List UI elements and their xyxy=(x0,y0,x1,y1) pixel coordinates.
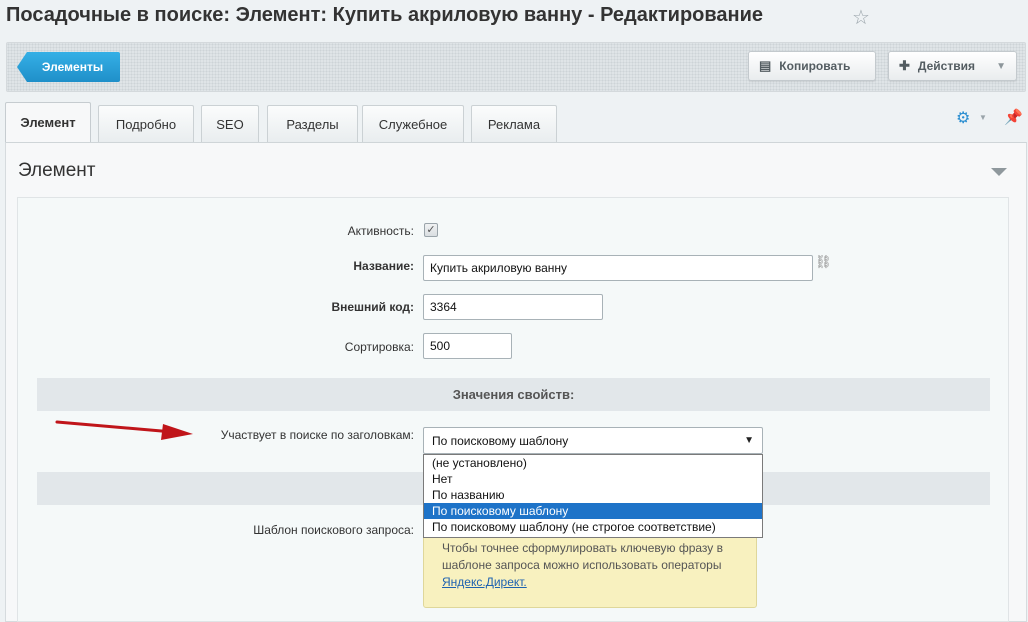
chevron-down-icon[interactable]: ▼ xyxy=(979,113,987,122)
tab-sections[interactable]: Разделы xyxy=(267,105,358,142)
actions-button-label: Действия xyxy=(917,59,975,73)
external-code-input[interactable]: 3364 xyxy=(423,294,603,320)
search-by-title-select[interactable]: По поисковому шаблону ▼ xyxy=(423,427,763,454)
back-to-elements-button[interactable]: Элементы xyxy=(17,52,120,82)
copy-button[interactable]: ▤ Копировать xyxy=(748,51,876,81)
name-input[interactable]: Купить акриловую ванну xyxy=(423,255,813,281)
tab-advertising[interactable]: Реклама xyxy=(471,105,557,142)
sort-input[interactable]: 500 xyxy=(423,333,512,359)
name-label: Название: xyxy=(353,259,414,273)
red-arrow-annotation xyxy=(55,420,193,440)
link-chain-icon[interactable]: ⛓ xyxy=(815,255,832,268)
dropdown-option[interactable]: Нет xyxy=(424,471,762,487)
tab-details[interactable]: Подробно xyxy=(98,105,194,142)
page-title: Посадочные в поиске: Элемент: Купить акр… xyxy=(6,4,764,26)
active-checkbox[interactable]: ✓ xyxy=(424,223,438,237)
dropdown-option[interactable]: По названию xyxy=(424,487,762,503)
external-code-label: Внешний код: xyxy=(331,300,414,314)
favorite-star-icon[interactable]: ☆ xyxy=(852,5,870,30)
gear-icon[interactable]: ⚙ xyxy=(956,108,970,128)
check-icon: ✓ xyxy=(426,224,436,236)
copy-button-label: Копировать xyxy=(779,59,851,73)
properties-header: Значения свойств: xyxy=(37,378,990,411)
plus-icon: ✚ xyxy=(899,58,910,73)
chevron-down-icon: ▼ xyxy=(996,60,1006,72)
pin-icon[interactable]: 📌 xyxy=(1004,108,1023,126)
search-by-title-label: Участвует в поиске по заголовкам: xyxy=(220,428,414,442)
search-by-title-dropdown: (не установлено) Нет По названию По поис… xyxy=(423,454,763,538)
section-title: Элемент xyxy=(18,160,96,181)
tab-seo[interactable]: SEO xyxy=(201,105,259,142)
actions-button[interactable]: ✚ Действия ▼ xyxy=(888,51,1017,81)
active-label: Активность: xyxy=(347,224,414,238)
tab-service[interactable]: Служебное xyxy=(362,105,464,142)
hint-text: Чтобы точнее сформулировать ключевую фра… xyxy=(442,541,723,572)
toolbar: Элементы ▤ Копировать ✚ Действия ▼ xyxy=(6,42,1026,92)
yandex-direct-link[interactable]: Яндекс.Директ. xyxy=(442,575,527,589)
search-template-label: Шаблон поискового запроса: xyxy=(253,523,414,537)
tab-element[interactable]: Элемент xyxy=(5,102,91,142)
dropdown-arrow-icon: ▼ xyxy=(744,435,754,446)
collapse-triangle-icon[interactable] xyxy=(991,168,1007,176)
copy-icon: ▤ xyxy=(759,58,772,73)
select-value: По поисковому шаблону xyxy=(432,433,569,448)
hint-box: Чтобы точнее сформулировать ключевую фра… xyxy=(423,530,757,608)
dropdown-option-selected[interactable]: По поисковому шаблону xyxy=(424,503,762,519)
tab-bar: Элемент Подробно SEO Разделы Служебное Р… xyxy=(5,102,1027,142)
sort-label: Сортировка: xyxy=(344,340,414,354)
dropdown-option[interactable]: (не установлено) xyxy=(424,455,762,471)
dropdown-option[interactable]: По поисковому шаблону (не строгое соотве… xyxy=(424,519,762,535)
